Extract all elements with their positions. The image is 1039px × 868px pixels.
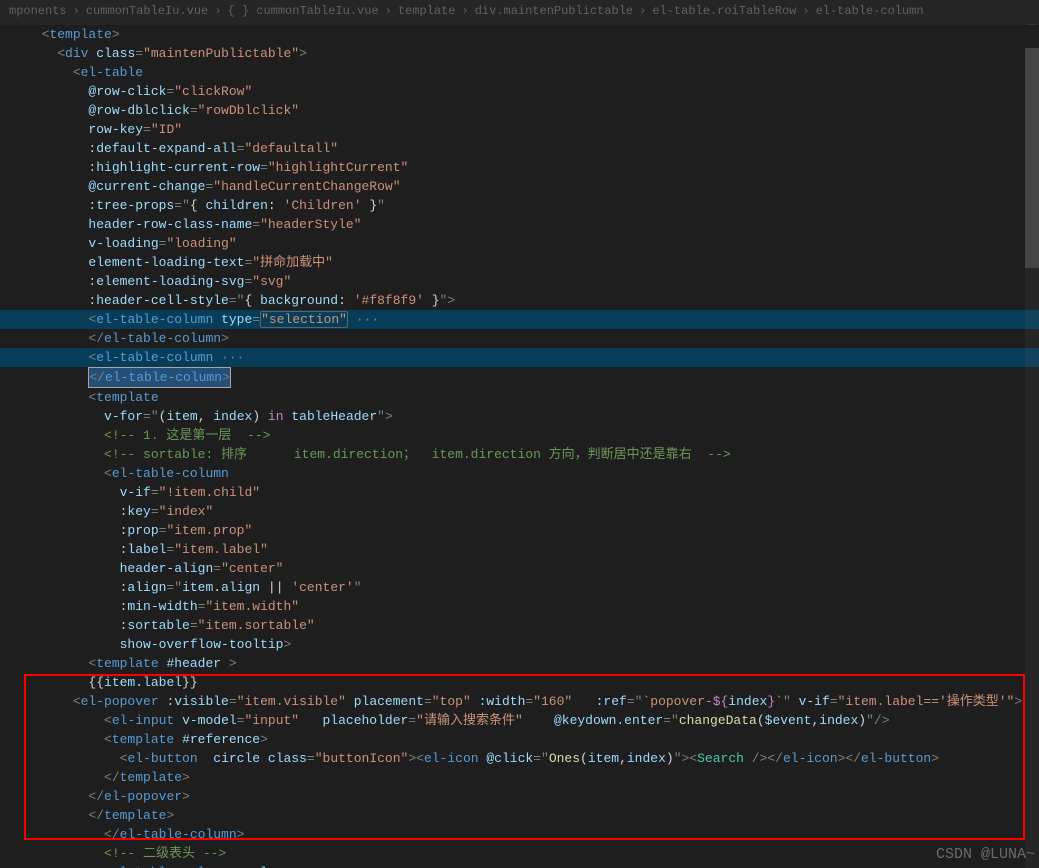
code-line[interactable]: </el-table-column> — [0, 329, 1039, 348]
code-line[interactable]: <el-table — [0, 63, 1039, 82]
code-line[interactable]: :align="item.align || 'center'" — [0, 578, 1039, 597]
code-line[interactable]: element-loading-text="拼命加载中" — [0, 253, 1039, 272]
code-line[interactable]: <el-button circle class="buttonIcon"><el… — [0, 749, 1039, 768]
code-line[interactable]: <el-table-column — [0, 464, 1039, 483]
code-line[interactable]: :key="index" — [0, 502, 1039, 521]
code-line[interactable]: @row-dblclick="rowDblclick" — [0, 101, 1039, 120]
breadcrumb-item[interactable]: div.maintenPublictable — [475, 4, 633, 18]
code-line[interactable]: <el-table-column type="selection" ··· — [0, 310, 1039, 329]
code-line[interactable]: </template> — [0, 768, 1039, 787]
code-line[interactable]: <template> — [0, 25, 1039, 44]
breadcrumb[interactable]: mponents›cummonTableIu.vue›{ } cummonTab… — [0, 0, 1039, 25]
scrollbar-track[interactable] — [1025, 48, 1039, 868]
code-line[interactable]: <el-table-column v-else ··· — [0, 863, 1039, 868]
code-line[interactable]: show-overflow-tooltip> — [0, 635, 1039, 654]
code-line[interactable]: @current-change="handleCurrentChangeRow" — [0, 177, 1039, 196]
code-line[interactable]: :label="item.label" — [0, 540, 1039, 559]
editor[interactable]: <template> <div class="maintenPublictabl… — [0, 25, 1039, 868]
code-line[interactable]: <template #reference> — [0, 730, 1039, 749]
code-line[interactable]: </el-popover> — [0, 787, 1039, 806]
watermark: CSDN @LUNA~ — [936, 845, 1035, 864]
code-line[interactable]: <!-- 二级表头 --> — [0, 844, 1039, 863]
code-line[interactable]: :sortable="item.sortable" — [0, 616, 1039, 635]
code-line[interactable]: header-align="center" — [0, 559, 1039, 578]
code-line[interactable]: <el-input v-model="input" placeholder="请… — [0, 711, 1039, 730]
code-line[interactable]: <!-- 1. 这是第一层 --> — [0, 426, 1039, 445]
code-line[interactable]: <el-table-column ··· — [0, 348, 1039, 367]
code-line[interactable]: :tree-props="{ children: 'Children' }" — [0, 196, 1039, 215]
code-line[interactable]: :highlight-current-row="highlightCurrent… — [0, 158, 1039, 177]
code-line[interactable]: </template> — [0, 806, 1039, 825]
breadcrumb-item[interactable]: { } cummonTableIu.vue — [227, 4, 378, 18]
code-line[interactable]: v-for="(item, index) in tableHeader"> — [0, 407, 1039, 426]
code-line[interactable]: <el-popover :visible="item.visible" plac… — [0, 692, 1039, 711]
breadcrumb-item[interactable]: mponents — [9, 4, 67, 18]
code-line[interactable]: @row-click="clickRow" — [0, 82, 1039, 101]
breadcrumb-item[interactable]: el-table.roiTableRow — [652, 4, 796, 18]
code-line[interactable]: </el-table-column> — [0, 367, 1039, 388]
code-line[interactable]: <template #header > — [0, 654, 1039, 673]
breadcrumb-item[interactable]: template — [398, 4, 456, 18]
code-line[interactable]: <!-- sortable: 排序 item.direction； item.d… — [0, 445, 1039, 464]
code-line[interactable]: {{item.label}} — [0, 673, 1039, 692]
code-line[interactable]: :prop="item.prop" — [0, 521, 1039, 540]
code-line[interactable]: :min-width="item.width" — [0, 597, 1039, 616]
code-line[interactable]: :element-loading-svg="svg" — [0, 272, 1039, 291]
code-line[interactable]: <div class="maintenPublictable"> — [0, 44, 1039, 63]
code-line[interactable]: :header-cell-style="{ background: '#f8f8… — [0, 291, 1039, 310]
code-line[interactable]: row-key="ID" — [0, 120, 1039, 139]
code-line[interactable]: v-if="!item.child" — [0, 483, 1039, 502]
scrollbar-thumb[interactable] — [1025, 48, 1039, 268]
code-line[interactable]: :default-expand-all="defaultall" — [0, 139, 1039, 158]
code-line[interactable]: header-row-class-name="headerStyle" — [0, 215, 1039, 234]
code-line[interactable]: </el-table-column> — [0, 825, 1039, 844]
breadcrumb-item[interactable]: cummonTableIu.vue — [86, 4, 208, 18]
code-line[interactable]: v-loading="loading" — [0, 234, 1039, 253]
code-line[interactable]: <template — [0, 388, 1039, 407]
breadcrumb-item[interactable]: el-table-column — [816, 4, 924, 18]
